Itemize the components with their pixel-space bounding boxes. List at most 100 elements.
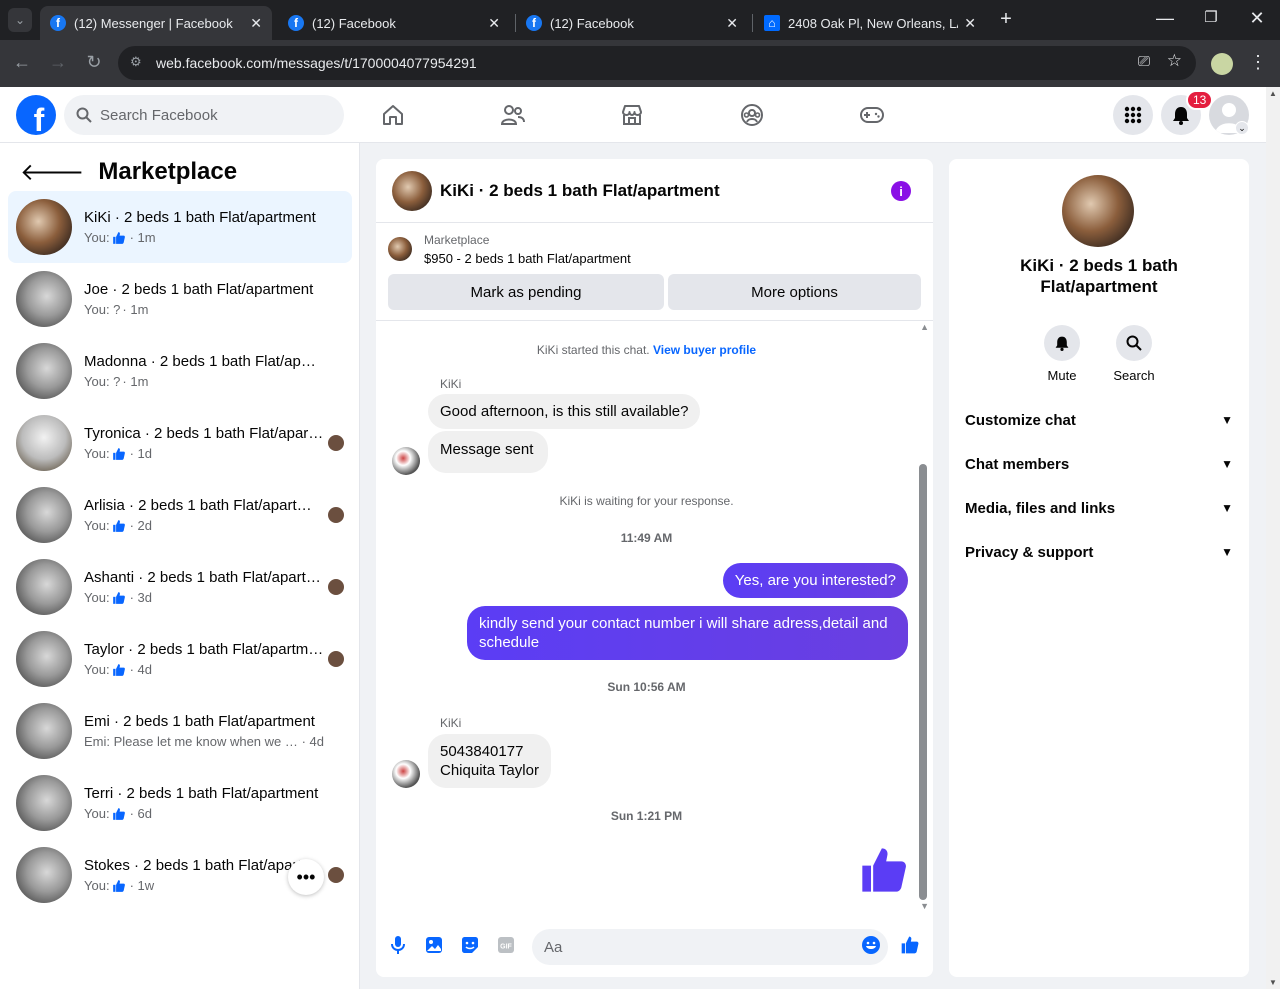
bookmark-star-icon[interactable]: ☆ [1167, 51, 1182, 71]
preview-time: · 6d [129, 806, 152, 821]
conversation-item[interactable]: Terri · 2 beds 1 bath Flat/apartment You:… [8, 767, 352, 839]
search-box[interactable] [64, 95, 344, 135]
conversation-text: Arlisia · 2 beds 1 bath Flat/apartment Yo… [84, 497, 324, 533]
more-options-icon[interactable]: ••• [288, 859, 324, 895]
gaming-icon[interactable] [858, 101, 886, 129]
conversation-preview: Emi: Please let me know when we can... · … [84, 734, 324, 749]
minimize-icon[interactable]: — [1153, 8, 1177, 29]
thumbs-up-send-icon[interactable] [900, 935, 920, 955]
close-tab-icon[interactable]: ✕ [726, 15, 738, 32]
conversation-item[interactable]: Tyronica · 2 beds 1 bath Flat/apartment Y… [8, 407, 352, 479]
tab-search-icon[interactable]: ⌄ [8, 8, 32, 32]
microphone-icon[interactable] [388, 935, 408, 955]
sender-avatar[interactable] [392, 447, 420, 475]
listing-price[interactable]: $950 - 2 beds 1 bath Flat/apartment [424, 251, 631, 266]
close-tab-icon[interactable]: ✕ [488, 15, 500, 32]
preview-text: You: [84, 230, 110, 245]
row-label: Privacy & support [965, 543, 1094, 561]
forward-icon[interactable]: → [46, 52, 70, 73]
install-app-icon[interactable]: ⎚ [1138, 53, 1150, 70]
conversation-item[interactable]: Taylor · 2 beds 1 bath Flat/apartment You… [8, 623, 352, 695]
facebook-logo-icon[interactable]: f [16, 95, 56, 135]
emoji-icon[interactable] [861, 935, 881, 955]
conversation-name: Emi · 2 beds 1 bath Flat/apartment [84, 713, 315, 730]
conversation-item[interactable]: Madonna · 2 beds 1 bath Flat/apartment Yo… [8, 335, 352, 407]
gif-icon[interactable]: GIF [496, 935, 516, 955]
back-arrow-icon[interactable]: 🡐 [20, 157, 84, 187]
incoming-message[interactable]: 5043840177 Chiquita Taylor [428, 734, 551, 788]
conversation-item[interactable]: KiKi · 2 beds 1 bath Flat/apartment You: ·… [8, 191, 352, 263]
tab-facebook-1[interactable]: f (12) Facebook ✕ [278, 6, 510, 40]
chat-title[interactable]: KiKi · 2 beds 1 bath Flat/apartment [440, 181, 720, 201]
tab-title: (12) Facebook [550, 15, 634, 31]
search-input[interactable] [100, 106, 320, 124]
more-options-button[interactable]: More options [668, 274, 921, 310]
friends-icon[interactable] [499, 101, 527, 129]
new-tab-icon[interactable]: + [994, 8, 1018, 31]
home-icon[interactable] [379, 101, 407, 129]
groups-icon[interactable] [738, 101, 766, 129]
preview-time: · 1m [122, 374, 149, 389]
sticker-icon[interactable] [460, 935, 480, 955]
tab-title: (12) Messenger | Facebook [74, 15, 233, 31]
chat-started-note: KiKi started this chat. View buyer profi… [376, 343, 917, 357]
close-tab-icon[interactable]: ✕ [964, 15, 976, 32]
tab-messenger[interactable]: f (12) Messenger | Facebook ✕ [40, 6, 272, 40]
account-chevron-down-icon[interactable]: ⌄ [1235, 121, 1249, 135]
sender-avatar[interactable] [392, 760, 420, 788]
chat-members-row[interactable]: Chat members ▼ [965, 449, 1233, 479]
site-info-icon[interactable]: ⚙ [130, 54, 142, 70]
info-avatar[interactable] [1062, 175, 1134, 247]
close-tab-icon[interactable]: ✕ [250, 15, 262, 32]
marketplace-icon[interactable] [618, 101, 646, 129]
browser-menu-icon[interactable]: ⋮ [1246, 52, 1270, 73]
page-scrollbar[interactable]: ▲ ▼ [1266, 87, 1280, 989]
privacy-support-row[interactable]: Privacy & support ▼ [965, 537, 1233, 567]
chat-avatar[interactable] [392, 170, 432, 211]
conversation-item[interactable]: Emi · 2 beds 1 bath Flat/apartment Emi: P… [8, 695, 352, 767]
message-input[interactable] [532, 929, 888, 965]
conversation-item[interactable]: Joe · 2 beds 1 bath Flat/apartment You: ?… [8, 263, 352, 335]
photo-icon[interactable] [424, 935, 444, 955]
search-in-chat-button[interactable]: Search [1104, 325, 1164, 383]
outgoing-message[interactable]: kindly send your contact number i will s… [467, 606, 908, 660]
outgoing-message[interactable]: Yes, are you interested? [722, 563, 908, 598]
conversation-preview: You: · 1d [84, 446, 324, 461]
tab-zillow[interactable]: ⌂ 2408 Oak Pl, New Orleans, LA 7 ✕ [754, 6, 986, 40]
scroll-up-arrow-icon[interactable]: ▲ [920, 322, 929, 332]
profile-avatar-icon[interactable] [1211, 53, 1233, 75]
restore-icon[interactable]: ❐ [1199, 8, 1223, 26]
reload-icon[interactable]: ↻ [82, 52, 106, 73]
preview-text: You: [84, 806, 110, 821]
media-files-links-row[interactable]: Media, files and links ▼ [965, 493, 1233, 523]
menu-grid-icon[interactable] [1113, 95, 1153, 135]
url-text[interactable]: web.facebook.com/messages/t/170000407795… [156, 55, 477, 71]
conversation-item[interactable]: Ashanti · 2 beds 1 bath Flat/apartment Yo… [8, 551, 352, 623]
mute-button[interactable]: Mute [1032, 325, 1092, 383]
mark-as-pending-button[interactable]: Mark as pending [388, 274, 664, 310]
facebook-favicon-icon: f [50, 15, 66, 31]
message-composer: GIF [376, 911, 933, 977]
close-window-icon[interactable]: ✕ [1245, 8, 1269, 29]
address-bar[interactable]: ⚙ web.facebook.com/messages/t/1700004077… [118, 46, 1196, 80]
scroll-down-arrow-icon[interactable]: ▼ [920, 901, 929, 911]
conversation-item[interactable]: Arlisia · 2 beds 1 bath Flat/apartment Yo… [8, 479, 352, 551]
conversation-text: Ashanti · 2 beds 1 bath Flat/apartment Yo… [84, 569, 324, 605]
message-line: Chiquita Taylor [440, 762, 539, 779]
scroll-up-arrow-icon[interactable]: ▲ [1269, 89, 1277, 98]
conversation-thumbnail [16, 415, 72, 471]
tab-facebook-2[interactable]: f (12) Facebook ✕ [516, 6, 748, 40]
conversation-name: Ashanti · 2 beds 1 bath Flat/apartment [84, 569, 324, 586]
incoming-message[interactable]: Good afternoon, is this still available? [428, 394, 701, 429]
sent-like-thumbs-up-icon[interactable] [858, 844, 910, 896]
customize-chat-row[interactable]: Customize chat ▼ [965, 405, 1233, 435]
view-buyer-profile-link[interactable]: View buyer profile [653, 343, 756, 357]
info-icon[interactable]: i [891, 181, 911, 201]
listing-thumbnail[interactable] [388, 237, 412, 261]
svg-text:GIF: GIF [500, 944, 512, 951]
back-icon[interactable]: ← [10, 52, 34, 73]
chat-scrollbar[interactable] [919, 464, 927, 900]
incoming-message[interactable]: Message sent [428, 431, 549, 473]
scroll-down-arrow-icon[interactable]: ▼ [1269, 978, 1277, 987]
conversation-text: Joe · 2 beds 1 bath Flat/apartment You: ?… [84, 281, 324, 317]
